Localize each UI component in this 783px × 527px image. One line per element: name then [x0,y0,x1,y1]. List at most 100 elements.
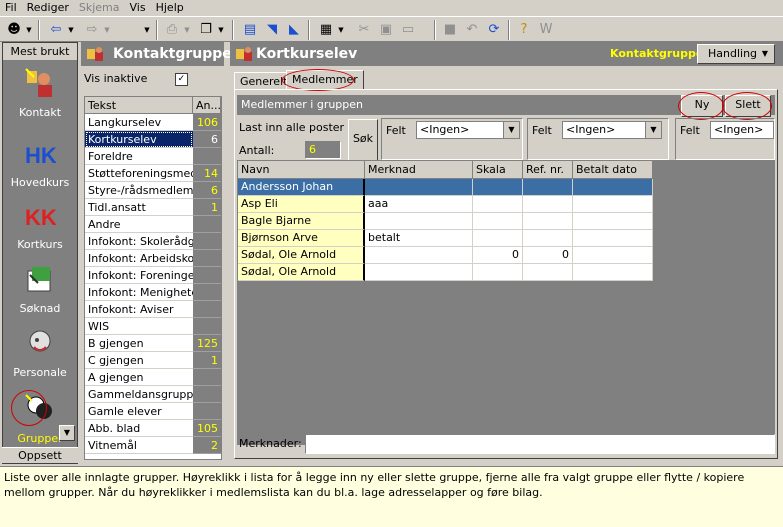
format-icon[interactable]: ▭ [398,20,418,40]
nav-item-personale[interactable]: Personale [3,327,77,379]
chevron-down-icon[interactable]: ▼ [336,20,346,40]
nav-item-kortkurs[interactable]: KK Kortkurs [3,199,77,251]
member-scale-cell[interactable] [473,230,523,247]
member-name-cell[interactable]: Andersson Johan [238,179,365,196]
member-ref-cell[interactable] [523,213,573,230]
chevron-down-icon[interactable]: ▼ [216,20,226,40]
tab-generelt[interactable]: Generelt [234,72,294,90]
app-menu-icon[interactable]: ☻ [4,20,24,40]
member-name-cell[interactable]: Bagle Bjarne [238,213,365,230]
col-header-count[interactable]: An... [193,97,221,114]
group-row[interactable]: Støtteforeningsmedlem14 [85,165,221,182]
member-paid-cell[interactable] [573,196,653,213]
member-ref-cell[interactable] [523,230,573,247]
group-row[interactable]: Gammeldansgruppa [85,386,221,403]
member-paid-cell[interactable] [573,264,653,281]
chevron-down-icon[interactable]: ▼ [66,20,76,40]
handling-button[interactable]: Handling ▼ [697,44,775,64]
member-name-cell[interactable]: Asp Eli [238,196,365,213]
member-ref-cell[interactable] [523,264,573,281]
paste-icon[interactable]: ▣ [376,20,396,40]
table-icon[interactable]: ▦ [316,20,336,40]
col-header-paid[interactable]: Betalt dato [573,161,653,179]
member-name-cell[interactable]: Sødal, Ole Arnold [238,247,365,264]
filter-select-2[interactable]: <Ingen> ▼ [562,121,662,139]
group-row[interactable]: Infokont: Menigheter [85,284,221,301]
group-row[interactable]: WIS [85,318,221,335]
group-row[interactable]: Kortkurselev 6 [85,131,221,148]
col-header-scale[interactable]: Skala [473,161,523,179]
member-row[interactable]: Bjørnson Arve betalt [238,230,653,247]
show-inactive-checkbox[interactable]: ✓ [174,72,188,86]
list-view-icon[interactable]: ▤ [240,20,260,40]
col-header-name[interactable]: Navn [238,161,365,179]
col-header-note[interactable]: Merknad [365,161,473,179]
member-note-cell[interactable] [365,213,473,230]
nav-title[interactable]: Mest brukt [3,43,77,61]
member-row[interactable]: Asp Eli aaa [238,196,653,213]
filter-select-1[interactable]: <Ingen> ▼ [416,121,520,139]
member-name-cell[interactable]: Sødal, Ole Arnold [238,264,365,281]
nav-bottom-setup[interactable]: Oppsett [2,447,78,463]
delete-button[interactable]: Slett [725,95,771,117]
member-scale-cell[interactable] [473,264,523,281]
group-row[interactable]: Infokont: Aviser [85,301,221,318]
word-icon[interactable]: W [536,20,556,40]
col-header-ref[interactable]: Ref. nr. [523,161,573,179]
menu-vis[interactable]: Vis [125,0,151,15]
col-header-text[interactable]: Tekst [85,97,193,114]
group-row[interactable]: Abb. blad 105 [85,420,221,437]
group-row[interactable]: Styre-/rådsmedlem 6 [85,182,221,199]
member-ref-cell[interactable] [523,196,573,213]
group-row[interactable]: B gjengen 125 [85,335,221,352]
member-paid-cell[interactable] [573,179,653,196]
group-row[interactable]: A gjengen [85,369,221,386]
cut-icon[interactable]: ✂ [354,20,374,40]
notes-input[interactable] [305,434,775,454]
member-row[interactable]: Bagle Bjarne [238,213,653,230]
import-icon[interactable]: ◣ [284,20,304,40]
chevron-down-icon[interactable]: ▼ [182,20,192,40]
group-row[interactable]: Foreldre [85,148,221,165]
member-ref-cell[interactable]: 0 [523,247,573,264]
menu-hjelp[interactable]: Hjelp [151,0,189,15]
back-icon[interactable]: ⇦ [46,20,66,40]
group-row[interactable]: Langkurselev 106 [85,114,221,131]
chevron-down-icon[interactable]: ▼ [142,20,152,40]
filter-select-3[interactable]: <Ingen> [710,121,774,139]
refresh-icon[interactable]: ⟳ [484,20,504,40]
member-scale-cell[interactable] [473,196,523,213]
group-row[interactable]: Gamle elever [85,403,221,420]
group-row[interactable]: Infokont: Foreninger [85,267,221,284]
new-button[interactable]: Ny [681,95,723,117]
forward-icon[interactable]: ⇨ [82,20,102,40]
member-row[interactable]: Andersson Johan [238,179,653,196]
member-note-cell[interactable]: betalt [365,230,473,247]
member-paid-cell[interactable] [573,213,653,230]
help-icon[interactable]: ? [514,20,534,40]
member-note-cell[interactable] [365,264,473,281]
member-ref-cell[interactable] [523,179,573,196]
member-note-cell[interactable]: aaa [365,196,473,213]
nav-item-hovedkurs[interactable]: HK Hovedkurs [3,137,77,189]
search-button[interactable]: Søk [348,119,378,161]
undo-icon[interactable]: ↶ [462,20,482,40]
menu-rediger[interactable]: Rediger [22,0,74,15]
member-row[interactable]: Sødal, Ole Arnold 0 0 [238,247,653,264]
group-row[interactable]: Infokont: Skolerådgiver [85,233,221,250]
print-icon[interactable]: ⎙ [162,20,182,40]
member-scale-cell[interactable] [473,213,523,230]
copy-icon[interactable]: ❐ [196,20,216,40]
chevron-down-icon[interactable]: ▼ [59,425,75,441]
group-row[interactable]: Infokont: Arbeidskontor [85,250,221,267]
menu-skjema[interactable]: Skjema [74,0,125,15]
member-name-cell[interactable]: Bjørnson Arve [238,230,365,247]
chevron-down-icon[interactable]: ▼ [24,20,34,40]
member-paid-cell[interactable] [573,247,653,264]
member-note-cell[interactable] [365,179,473,196]
export-icon[interactable]: ◥ [262,20,282,40]
group-row[interactable]: Tidl.ansatt 1 [85,199,221,216]
group-row[interactable]: Andre [85,216,221,233]
chevron-down-icon[interactable]: ▼ [102,20,112,40]
nav-item-kontakt[interactable]: Kontakt [3,67,77,119]
